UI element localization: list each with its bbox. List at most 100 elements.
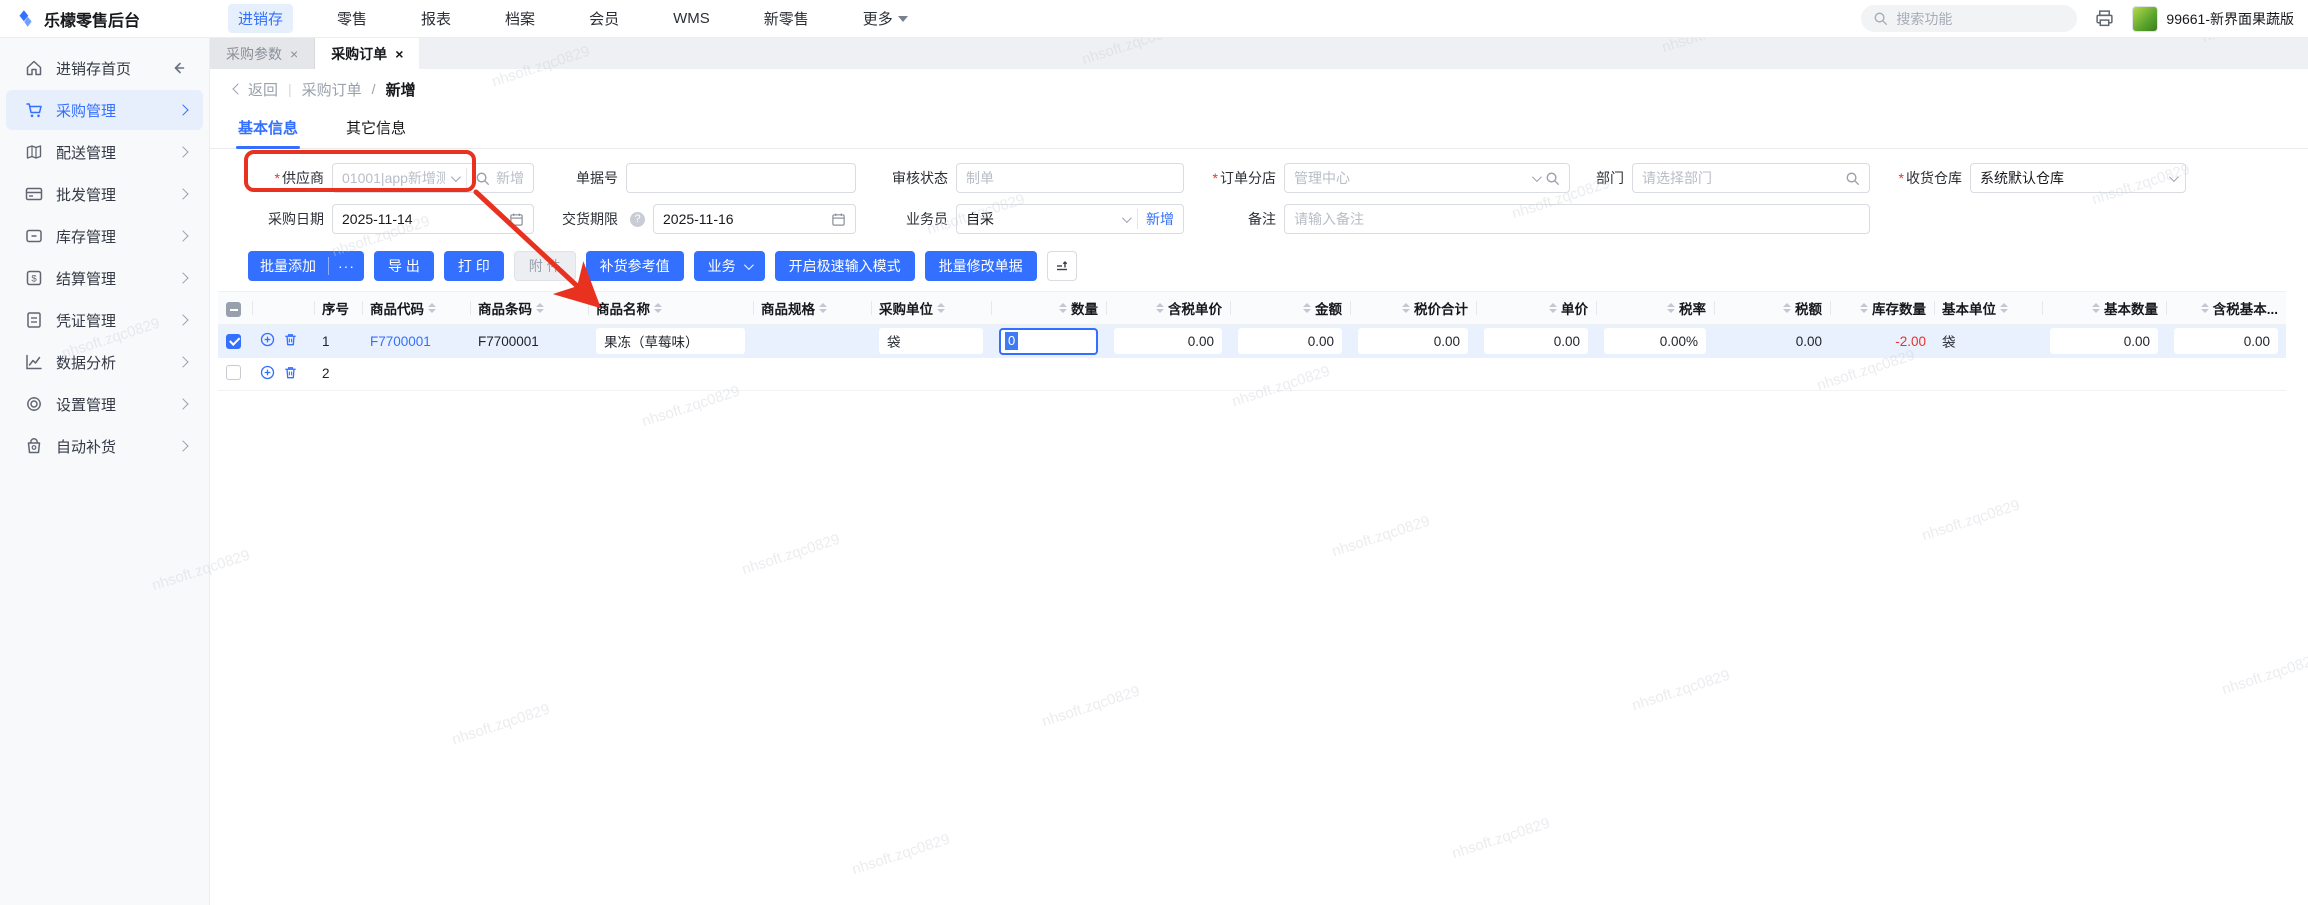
user-menu[interactable]: 99661-新界面果蔬版 [2132,6,2294,32]
sort-icon[interactable] [2092,303,2100,313]
more-options-icon[interactable]: ··· [329,258,364,274]
header-qty[interactable]: 数量 [991,292,1106,325]
collapse-sidebar-icon[interactable] [169,59,187,77]
row-select-cell[interactable] [218,358,252,391]
delete-row-icon[interactable] [283,365,298,380]
cell-base-with-tax[interactable]: 0.00 [2166,325,2286,358]
close-icon[interactable]: × [395,47,403,61]
sort-icon[interactable] [1303,303,1311,313]
header-price-with-tax[interactable]: 含税单价 [1106,292,1230,325]
search-icon[interactable] [475,171,490,186]
delivery-deadline-input[interactable]: 2025-11-16 [653,204,856,234]
header-spec[interactable]: 商品规格 [753,292,871,325]
header-tax-amount[interactable]: 税额 [1714,292,1830,325]
batch-add-label[interactable]: 批量添加 [248,256,328,276]
add-row-icon[interactable] [260,332,275,347]
chevron-down-icon[interactable] [1532,172,1542,182]
menu-more[interactable]: 更多 [853,4,918,33]
help-icon[interactable]: ? [630,212,645,227]
header-barcode[interactable]: 商品条码 [470,292,588,325]
printer-icon[interactable] [2095,9,2114,28]
chevron-down-icon[interactable] [2169,172,2179,182]
close-icon[interactable]: × [290,47,298,61]
menu-wms[interactable]: WMS [663,6,720,31]
cell-product-name[interactable]: 果冻（草莓味） [588,325,753,358]
print-button[interactable]: 打 印 [444,251,504,281]
batch-add-button[interactable]: 批量添加 ··· [248,251,364,281]
row-checkbox[interactable] [226,365,241,380]
cell-price-with-tax[interactable]: 0.00 [1106,325,1230,358]
salesman-select[interactable]: 自采 新增 [956,204,1184,234]
tab-purchase-order[interactable]: 采购订单 × [315,38,419,69]
supplier-input[interactable]: 01001|app新增测试 新增 [332,163,534,193]
sort-icon[interactable] [536,303,544,313]
cell-purchase-unit[interactable]: 袋 [871,325,991,358]
purchase-date-input[interactable]: 2025-11-14 [332,204,534,234]
sort-icon[interactable] [819,303,827,313]
sort-icon[interactable] [2000,303,2008,313]
select-all-checkbox[interactable] [226,302,241,317]
calendar-icon[interactable] [509,212,524,227]
cell-spec[interactable] [753,325,871,358]
remark-input[interactable]: 请输入备注 [1284,204,1870,234]
menu-retail[interactable]: 零售 [327,4,377,33]
speed-input-mode-button[interactable]: 开启极速输入模式 [775,251,915,281]
delete-row-icon[interactable] [283,332,298,347]
search-icon[interactable] [1545,171,1560,186]
global-search-input[interactable]: 搜索功能 [1861,5,2077,32]
department-input[interactable]: 请选择部门 [1632,163,1870,193]
header-tax-price-total[interactable]: 税价合计 [1350,292,1476,325]
sidebar-item-inventory[interactable]: 库存管理 [6,216,203,256]
sidebar-item-purchase[interactable]: 采购管理 [6,90,203,130]
sort-icon[interactable] [1156,303,1164,313]
replenish-reference-button[interactable]: 补货参考值 [586,251,684,281]
back-button[interactable]: 返回 [234,79,278,100]
search-icon[interactable] [1845,171,1860,186]
cell-tax-rate[interactable]: 0.00% [1596,325,1714,358]
sidebar-item-wholesale[interactable]: 批发管理 [6,174,203,214]
menu-members[interactable]: 会员 [579,4,629,33]
order-no-input[interactable] [626,163,856,193]
chevron-down-icon[interactable] [1122,213,1132,223]
cell-tax-price-total[interactable]: 0.00 [1350,325,1476,358]
header-select-all[interactable] [218,292,252,325]
order-store-select[interactable]: 管理中心 [1284,163,1570,193]
sidebar-item-delivery[interactable]: 配送管理 [6,132,203,172]
cell-price[interactable]: 0.00 [1476,325,1596,358]
sidebar-item-home[interactable]: 进销存首页 [6,48,203,88]
header-base-unit[interactable]: 基本单位 [1934,292,2042,325]
cell-amount[interactable]: 0.00 [1230,325,1350,358]
sort-icon[interactable] [1667,303,1675,313]
sort-icon[interactable] [428,303,436,313]
header-stock-qty[interactable]: 库存数量 [1830,292,1934,325]
warehouse-select[interactable]: 系统默认仓库 [1970,163,2186,193]
cell-product-code[interactable]: F7700001 [362,325,470,358]
sort-icon[interactable] [2201,303,2209,313]
sort-icon[interactable] [937,303,945,313]
sidebar-item-analytics[interactable]: 数据分析 [6,342,203,382]
header-tax-rate[interactable]: 税率 [1596,292,1714,325]
business-dropdown-button[interactable]: 业务 [694,251,765,281]
menu-new-retail[interactable]: 新零售 [754,4,819,33]
menu-inventory[interactable]: 进销存 [228,4,293,33]
calendar-icon[interactable] [831,212,846,227]
header-price[interactable]: 单价 [1476,292,1596,325]
row-select-cell[interactable] [218,325,252,358]
cell-base-qty[interactable]: 0.00 [2042,325,2166,358]
header-amount[interactable]: 金额 [1230,292,1350,325]
salesman-add-button[interactable]: 新增 [1146,209,1174,229]
sort-icon[interactable] [1860,303,1868,313]
qty-input[interactable]: 0 [999,328,1098,355]
tab-basic-info[interactable]: 基本信息 [236,109,300,148]
sidebar-item-voucher[interactable]: 凭证管理 [6,300,203,340]
sort-icon[interactable] [654,303,662,313]
tab-other-info[interactable]: 其它信息 [344,109,408,148]
menu-reports[interactable]: 报表 [411,4,461,33]
header-purchase-unit[interactable]: 采购单位 [871,292,991,325]
sidebar-item-settlement[interactable]: 结算管理 [6,258,203,298]
sidebar-item-auto-replenish[interactable]: 自动补货 [6,426,203,466]
cell-qty[interactable]: 0 [991,325,1106,358]
chevron-down-icon[interactable] [451,172,461,182]
add-row-icon[interactable] [260,365,275,380]
column-settings-button[interactable] [1047,251,1077,281]
